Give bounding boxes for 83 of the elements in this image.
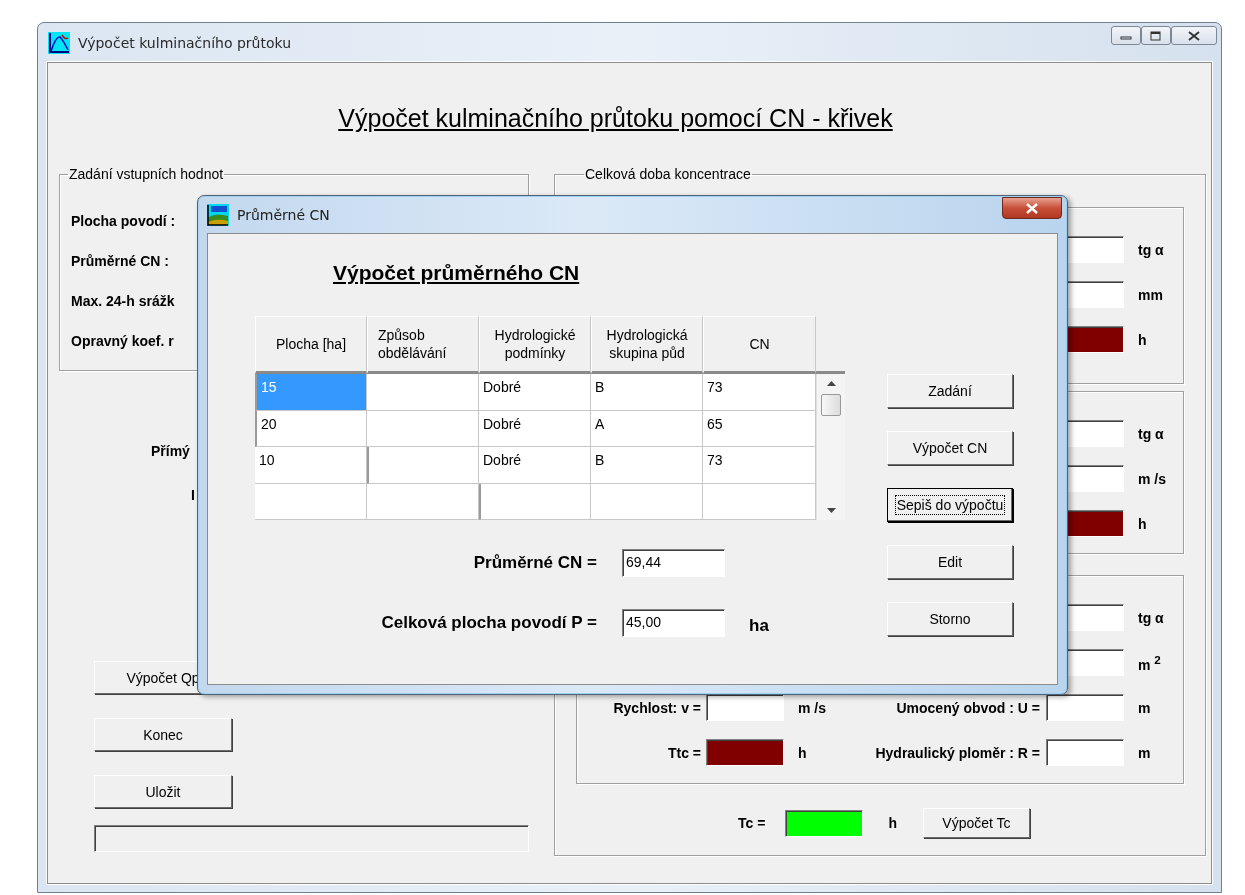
field-label: Umocený obvod : U = — [896, 698, 1040, 717]
dialog-title: Průměrné CN — [237, 206, 330, 223]
action-button[interactable]: Konec — [94, 718, 232, 751]
close-button[interactable] — [1171, 26, 1217, 45]
unit-label: m /s — [798, 698, 827, 717]
table-cell[interactable] — [367, 374, 479, 411]
input-field[interactable] — [1046, 739, 1124, 766]
field-label: I — [191, 486, 195, 504]
field-label: Přímý — [151, 442, 190, 460]
table-cell[interactable]: B — [591, 374, 703, 411]
input-field[interactable] — [706, 694, 784, 721]
field-label: Plocha povodí : — [71, 212, 176, 230]
scroll-up-icon[interactable] — [826, 381, 836, 386]
field-label: Průměrné CN : — [71, 252, 170, 270]
result-label: Průměrné CN = — [472, 553, 597, 573]
unit-label: h — [798, 743, 808, 762]
table-cell[interactable]: 73 — [703, 374, 816, 411]
table-cell[interactable]: A — [591, 410, 703, 447]
input-field[interactable] — [1046, 694, 1124, 721]
scrollbar[interactable] — [816, 374, 845, 520]
unit-label: tg α — [1138, 424, 1165, 443]
table-cell[interactable] — [703, 483, 816, 520]
column-header: Hydrologická skupina půd — [591, 316, 703, 374]
result-field[interactable]: 45,00 — [622, 609, 725, 637]
status-field[interactable] — [94, 825, 529, 852]
table-cell[interactable]: 73 — [703, 447, 816, 484]
close-icon — [1025, 202, 1039, 214]
table-cell[interactable]: B — [591, 447, 703, 484]
field-label: Max. 24-h srážk — [71, 292, 175, 310]
dialog-button[interactable]: Storno — [887, 602, 1013, 636]
table-cell[interactable] — [367, 483, 479, 520]
table-cell[interactable] — [367, 447, 479, 484]
window-title: Výpočet kulminačního průtoku — [78, 34, 292, 51]
close-icon — [1187, 30, 1201, 41]
field-label: Opravný koef. r — [71, 332, 174, 350]
table-cell[interactable] — [591, 483, 703, 520]
unit-label: tg α — [1138, 240, 1165, 259]
result-field[interactable]: 69,44 — [622, 549, 725, 577]
unit-label: mm — [1138, 285, 1164, 304]
column-header: Způsob obdělávání — [367, 316, 479, 374]
form-heading: Výpočet kulminačního průtoku pomocí CN - křivek — [338, 104, 893, 132]
unit-label: tg α — [1138, 608, 1165, 627]
table-cell[interactable]: 65 — [703, 410, 816, 447]
field-label: Ttc = — [666, 743, 701, 762]
table-cell[interactable]: 20 — [255, 410, 367, 447]
table-cell[interactable]: Dobré — [479, 410, 591, 447]
dialog-button[interactable]: Sepiš do výpočtu — [887, 488, 1013, 522]
unit-label: h — [888, 814, 897, 832]
result-label: Celková plocha povodí P = — [380, 613, 597, 633]
field-label: Hydraulický ploměr : R = — [875, 743, 1040, 762]
action-button[interactable]: Uložit — [94, 775, 232, 808]
group-title: Celková doba koncentrace — [584, 167, 752, 182]
unit-label: m — [1138, 698, 1152, 717]
table-cell[interactable]: 10 — [255, 447, 367, 484]
scroll-thumb[interactable] — [821, 394, 841, 416]
table-cell[interactable] — [255, 483, 367, 520]
table-cell[interactable] — [367, 410, 479, 447]
group-title: Zadání vstupních hodnot — [68, 167, 225, 182]
calculate-button[interactable]: Výpočet Tc — [922, 808, 1030, 838]
maximize-button[interactable] — [1141, 26, 1171, 45]
dialog-button[interactable]: Edit — [887, 545, 1013, 579]
dialog-heading: Výpočet průměrného CN — [333, 261, 580, 284]
field-label: Rychlost: v = — [612, 698, 701, 717]
dialog-button[interactable]: Výpočet CN — [887, 431, 1013, 465]
column-header: Hydrologické podmínky — [479, 316, 591, 374]
dialog-button[interactable]: Zadání — [887, 374, 1013, 408]
column-header: Plocha [ha] — [255, 316, 367, 374]
unit-label: ha — [749, 616, 769, 636]
landscape-icon — [207, 203, 229, 226]
field-label: Tc = — [738, 814, 766, 832]
unit-label: m $^{2}$ — [1138, 652, 1162, 674]
chart-icon — [48, 31, 70, 54]
table-cell[interactable]: Dobré — [479, 447, 591, 484]
unit-label: h — [1138, 514, 1148, 533]
unit-label: m — [1138, 743, 1152, 762]
table-cell[interactable] — [479, 483, 591, 520]
unit-label: m /s — [1138, 469, 1167, 488]
close-button[interactable] — [1002, 197, 1062, 219]
scroll-down-icon[interactable] — [826, 508, 836, 513]
table-cell[interactable]: Dobré — [479, 374, 591, 411]
column-header: CN — [703, 316, 816, 374]
unit-label: h — [1138, 330, 1148, 349]
maximize-icon — [1150, 30, 1162, 41]
